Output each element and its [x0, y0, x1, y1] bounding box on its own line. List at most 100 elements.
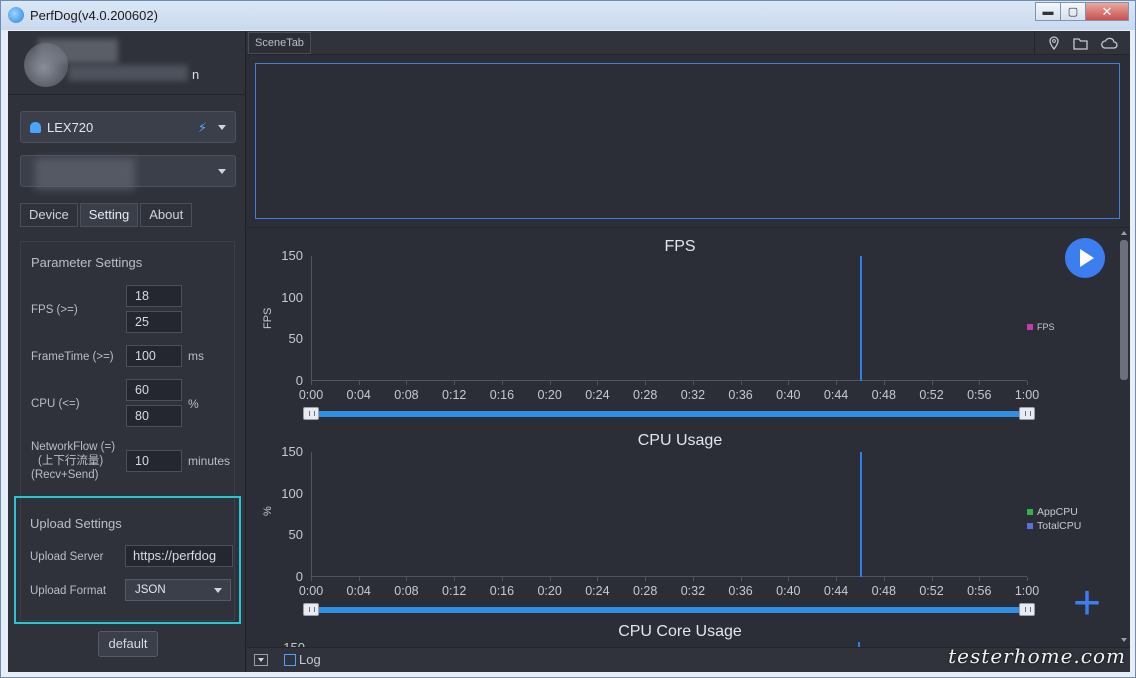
- parameter-settings-title: Parameter Settings: [31, 255, 143, 270]
- cpu-chart-title: CPU Usage: [637, 432, 723, 449]
- legend-label: FPS: [1037, 322, 1055, 332]
- x-tick-label: 1:00: [1014, 584, 1040, 598]
- x-tick-mark: [358, 577, 360, 581]
- tab-scene[interactable]: SceneTab: [248, 32, 311, 54]
- x-tick-mark: [836, 577, 838, 581]
- y-tick-label: 150: [265, 640, 305, 647]
- x-tick-mark: [692, 381, 694, 385]
- plot-area: [311, 452, 1027, 577]
- tab-device[interactable]: Device: [20, 203, 78, 227]
- x-tick-mark: [597, 381, 599, 385]
- x-tick-mark: [454, 577, 456, 581]
- scroll-up-icon[interactable]: [1121, 231, 1127, 235]
- x-tick-mark: [931, 381, 933, 385]
- toolbar-icons: [1034, 31, 1130, 55]
- app-select[interactable]: [20, 155, 236, 190]
- fps-high-input[interactable]: 25: [126, 311, 182, 333]
- charts-area: FPS FPS 150 100 50 0 0:00 0:04 0:08 0:12 0:16 0:2…: [247, 227, 1130, 647]
- user-profile[interactable]: n: [8, 31, 246, 95]
- x-tick-mark: [1027, 577, 1028, 581]
- range-end-handle[interactable]: [1019, 407, 1035, 420]
- x-tick-label: 0:00: [298, 388, 324, 402]
- time-marker[interactable]: [859, 256, 862, 381]
- x-tick-label: 0:12: [442, 584, 467, 598]
- maximize-button[interactable]: ▢: [1060, 2, 1086, 21]
- x-tick-mark: [788, 381, 790, 385]
- folder-icon[interactable]: [1073, 37, 1088, 50]
- scrollbar-thumb[interactable]: [1120, 240, 1128, 380]
- upload-server-input[interactable]: https://perfdog: [125, 545, 233, 567]
- plot-area: [311, 256, 1027, 381]
- x-tick-label: 0:48: [871, 388, 896, 402]
- scroll-down-icon[interactable]: [1121, 638, 1127, 642]
- left-tabs: Device Setting About: [20, 203, 194, 227]
- x-tick-mark: [597, 577, 599, 581]
- x-tick-label: 0:48: [871, 584, 896, 598]
- networkflow-input[interactable]: 10: [126, 450, 182, 472]
- left-panel: n LEX720 ⚡ Device Setting About Paramete…: [8, 31, 246, 672]
- cpu-y-axis-label: %: [262, 506, 274, 516]
- app-logo-icon: [8, 7, 24, 23]
- x-tick-label: 0:28: [632, 584, 658, 598]
- x-tick-mark: [979, 577, 981, 581]
- x-tick-label: 0:36: [728, 388, 753, 402]
- close-button[interactable]: ✕: [1085, 2, 1129, 21]
- chevron-down-icon: [218, 169, 226, 174]
- legend-item[interactable]: TotalCPU: [1027, 520, 1081, 532]
- y-tick-label: 100: [281, 289, 303, 305]
- scene-area[interactable]: [255, 63, 1120, 219]
- tab-setting[interactable]: Setting: [79, 203, 139, 227]
- x-tick-mark: [311, 577, 312, 581]
- chevron-down-icon: [218, 125, 226, 130]
- x-tick-mark: [883, 577, 885, 581]
- location-pin-icon[interactable]: [1047, 36, 1061, 50]
- upload-format-label: Upload Format: [30, 585, 107, 597]
- upload-settings-title: Upload Settings: [30, 516, 122, 531]
- range-start-handle[interactable]: [303, 603, 319, 616]
- cpu-usage-chart: CPU Usage % 150 100 50 0 0:00 0:04 0:08 0:12 0:1…: [247, 424, 1113, 620]
- watermark: testerhome.com: [948, 644, 1126, 668]
- x-tick-mark: [883, 381, 885, 385]
- window-title: PerfDog(v4.0.200602): [30, 8, 158, 23]
- minimize-button[interactable]: ▬: [1035, 2, 1061, 21]
- redacted-text: [68, 65, 188, 81]
- upload-format-value: JSON: [135, 584, 166, 596]
- add-chart-button[interactable]: +: [1067, 580, 1107, 628]
- tab-about[interactable]: About: [140, 203, 193, 227]
- collapse-toggle-button[interactable]: [254, 654, 268, 666]
- frametime-input[interactable]: 100: [126, 345, 182, 367]
- log-checkbox[interactable]: [284, 654, 296, 666]
- app-window: PerfDog(v4.0.200602) ▬ ▢ ✕ n LEX720 ⚡ De…: [0, 0, 1136, 678]
- time-range-slider[interactable]: [311, 411, 1027, 417]
- default-button[interactable]: default: [98, 631, 158, 657]
- x-tick-label: 0:08: [394, 388, 419, 402]
- scene-tab-bar: SceneTab: [247, 31, 1130, 55]
- fps-chart-title: FPS: [664, 238, 696, 255]
- cpu-low-input[interactable]: 60: [126, 379, 182, 401]
- x-tick-mark: [1027, 381, 1028, 385]
- cpu-label: CPU (<=): [31, 398, 80, 410]
- x-tick-label: 0:16: [489, 388, 515, 402]
- legend-swatch: [1027, 523, 1033, 529]
- profile-name: n: [192, 67, 200, 82]
- fps-low-input[interactable]: 18: [126, 285, 182, 307]
- legend-item[interactable]: FPS: [1027, 322, 1055, 332]
- range-start-handle[interactable]: [303, 407, 319, 420]
- upload-format-select[interactable]: JSON: [125, 579, 231, 601]
- x-tick-mark: [501, 381, 503, 385]
- chevron-down-icon: [214, 588, 222, 593]
- legend-item[interactable]: AppCPU: [1027, 506, 1078, 518]
- time-range-slider[interactable]: [311, 607, 1027, 613]
- x-tick-mark: [501, 577, 503, 581]
- x-tick-label: 0:00: [298, 584, 324, 598]
- fps-y-axis-label: FPS: [262, 307, 274, 329]
- cpu-core-chart: CPU Core Usage 150: [247, 620, 1113, 647]
- range-end-handle[interactable]: [1019, 603, 1035, 616]
- x-tick-label: 0:28: [632, 388, 658, 402]
- cloud-icon[interactable]: [1100, 37, 1118, 49]
- cpu-high-input[interactable]: 80: [126, 405, 182, 427]
- time-marker[interactable]: [859, 452, 862, 577]
- device-select[interactable]: LEX720 ⚡: [20, 111, 236, 143]
- x-tick-mark: [645, 577, 647, 581]
- android-icon: [30, 122, 41, 133]
